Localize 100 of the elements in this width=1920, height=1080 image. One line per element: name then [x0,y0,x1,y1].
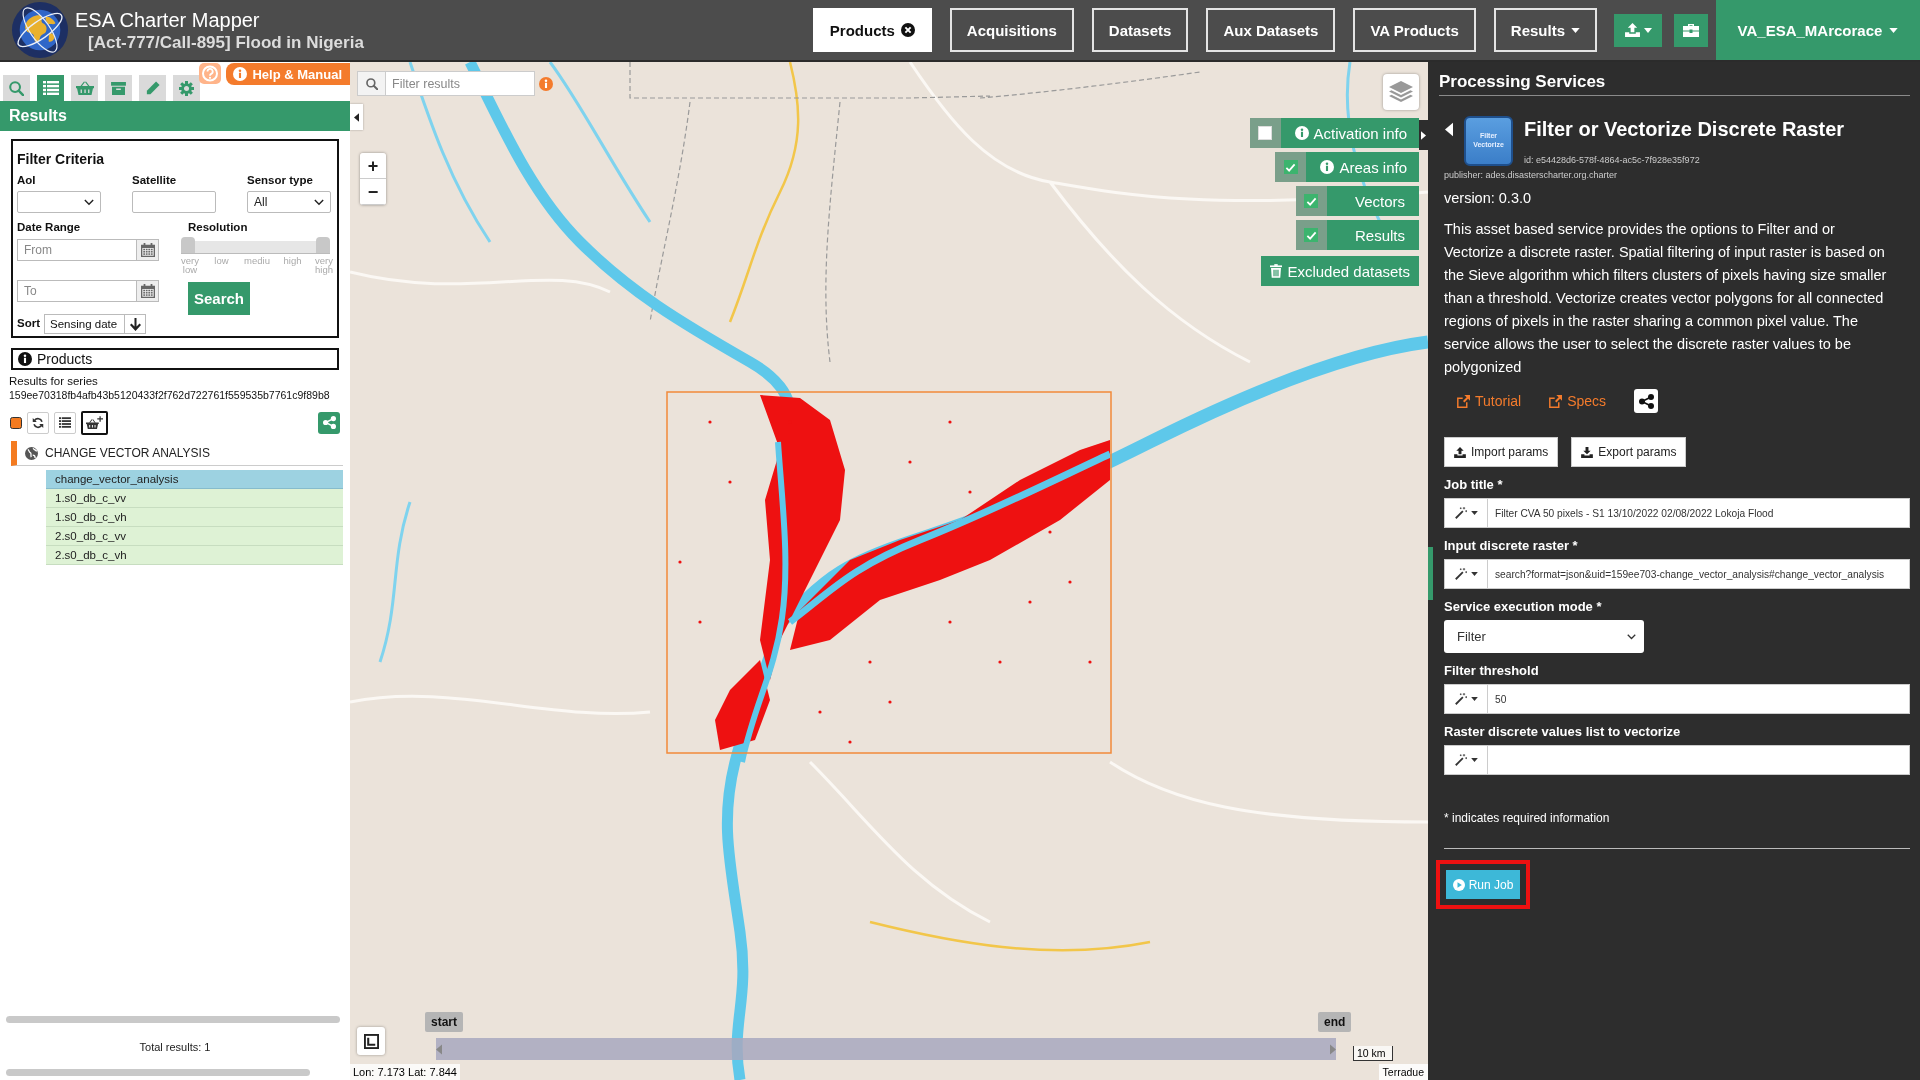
upload-button[interactable] [1614,13,1662,47]
slider-thumb[interactable] [181,237,195,253]
globe-logo-icon [11,1,69,59]
zoom-out-button[interactable]: − [360,179,386,205]
settings-tab[interactable] [173,75,200,101]
range-handle[interactable] [436,1043,442,1055]
check-icon [1305,195,1317,207]
series-id: 159ee70318fb4afb43b5120433f2f762d722761f559535b7761c9f89b8 [9,389,331,402]
layer-toggle-button[interactable]: Results [1326,220,1419,250]
panel-title: Processing Services [1439,62,1910,96]
from-date-input[interactable]: From [17,239,136,261]
checkbox[interactable] [1283,160,1298,174]
filter-title: Filter Criteria [17,151,106,168]
map-drawing[interactable] [350,62,1428,1080]
wand-icon [1454,754,1467,766]
tick-label: low [213,257,230,268]
close-icon[interactable] [900,23,915,37]
filter-input[interactable]: Filter results [385,71,535,96]
zoom-in-button[interactable]: + [360,153,386,179]
field-label: Resolution [188,221,249,235]
refresh-button[interactable] [27,411,49,434]
tree-item[interactable]: 2.s0_db_c_vv [46,527,343,546]
briefcase-button[interactable] [1674,13,1708,47]
add-to-basket-button[interactable] [81,410,108,435]
slider-thumb[interactable] [316,237,330,253]
tree-item[interactable]: change_vector_analysis [46,470,343,489]
layers-button[interactable] [1383,74,1419,110]
timeline-toggle-button[interactable] [357,1027,385,1055]
sensor-type-select[interactable]: All [247,191,331,213]
series-label: Results for series [9,375,99,388]
list-tab[interactable] [37,75,64,101]
share-icon [1638,393,1654,409]
archive-tab[interactable] [105,75,132,101]
tree-item[interactable]: 2.s0_db_c_vh [46,546,343,565]
layer-toggle-button[interactable]: Activation info [1280,118,1419,148]
text-input[interactable]: 50 [1488,684,1910,714]
excluded-datasets-button[interactable]: Excluded datasets [1261,256,1419,286]
checkbox-cell[interactable] [1295,220,1327,250]
aoi-select[interactable] [17,191,101,213]
export-params-button[interactable]: Export params [1571,437,1687,467]
panel-handle[interactable] [1428,547,1433,600]
search-button[interactable]: Search [188,282,250,315]
total-results: Total results: 1 [138,1041,212,1053]
service-id: id: e54428d6-578f-4864-ac5c-7f928e35f972 [1524,155,1701,165]
checkbox[interactable] [1304,194,1319,208]
edit-tab[interactable] [139,75,166,101]
text-input[interactable]: Filter CVA 50 pixels - S1 13/10/2022 02/08/2022 Lokoja Flood [1488,498,1910,528]
timeline-track[interactable] [436,1038,1336,1060]
wand-dropdown-button[interactable] [1444,498,1488,528]
timeline-start-marker[interactable]: start [425,1012,463,1032]
coordinates-readout: Lon: 7.173 Lat: 7.844 [350,1064,460,1080]
share-button[interactable] [1634,389,1659,413]
satellite-input[interactable] [132,191,216,213]
layer-toggle-button[interactable]: Areas info [1306,152,1419,182]
collapse-handle[interactable] [350,104,363,130]
nav-tab[interactable]: VA Products [1353,8,1476,52]
checkbox-cell[interactable] [1275,152,1307,182]
info-icon [233,67,248,81]
horizontal-scrollbar[interactable] [6,1069,310,1076]
mode-select[interactable]: Filter [1444,620,1644,653]
text-input[interactable]: search?format=json&uid=159ee703-change_vector_analysis#change_vector_analysis [1488,559,1910,589]
nav-tab[interactable]: Datasets [1091,8,1189,52]
range-handle[interactable] [1330,1043,1336,1055]
checkbox-cell[interactable] [1249,118,1281,148]
external-link[interactable]: Tutorial [1457,393,1522,409]
horizontal-scrollbar[interactable] [6,1016,340,1023]
nav-tab[interactable]: Products [812,8,932,52]
search-tab[interactable] [3,75,30,101]
basket-tab[interactable] [71,75,98,101]
tree-item[interactable]: 1.s0_db_c_vv [46,489,343,508]
back-arrow-icon[interactable] [1445,122,1453,137]
user-menu[interactable]: VA_ESA_MArcorace [1716,0,1920,60]
layer-toggle-button[interactable]: Vectors [1326,186,1419,216]
expand-handle[interactable] [1419,120,1428,150]
sort-select[interactable]: Sensing date [44,314,124,334]
info-icon[interactable] [539,76,553,91]
tick-label: very high [315,257,333,274]
wand-dropdown-button[interactable] [1444,745,1488,775]
sort-direction-button[interactable] [124,314,146,334]
timeline-end-marker[interactable]: end [1318,1012,1352,1032]
list-icon [59,417,71,428]
list-button[interactable] [54,411,76,434]
checkbox-cell[interactable] [1295,186,1327,216]
to-date-input[interactable]: To [17,280,136,302]
external-link[interactable]: Specs [1549,393,1607,409]
panel-header: Results [0,101,350,131]
import-params-button[interactable]: Import params [1444,437,1559,467]
tree-item[interactable]: 1.s0_db_c_vh [46,508,343,527]
search-addon[interactable] [357,71,385,96]
nav-tab[interactable]: Results [1493,8,1597,52]
color-swatch-icon[interactable] [10,416,22,429]
calendar-button[interactable] [136,280,159,302]
nav-tab[interactable]: Aux Datasets [1206,8,1336,52]
wand-dropdown-button[interactable] [1444,559,1488,589]
help-icon[interactable] [199,63,222,84]
nav-tab[interactable]: Acquisitions [949,8,1074,52]
calendar-button[interactable] [136,239,159,261]
checkbox[interactable] [1304,228,1319,242]
wand-dropdown-button[interactable] [1444,684,1488,714]
text-input[interactable] [1488,745,1910,775]
